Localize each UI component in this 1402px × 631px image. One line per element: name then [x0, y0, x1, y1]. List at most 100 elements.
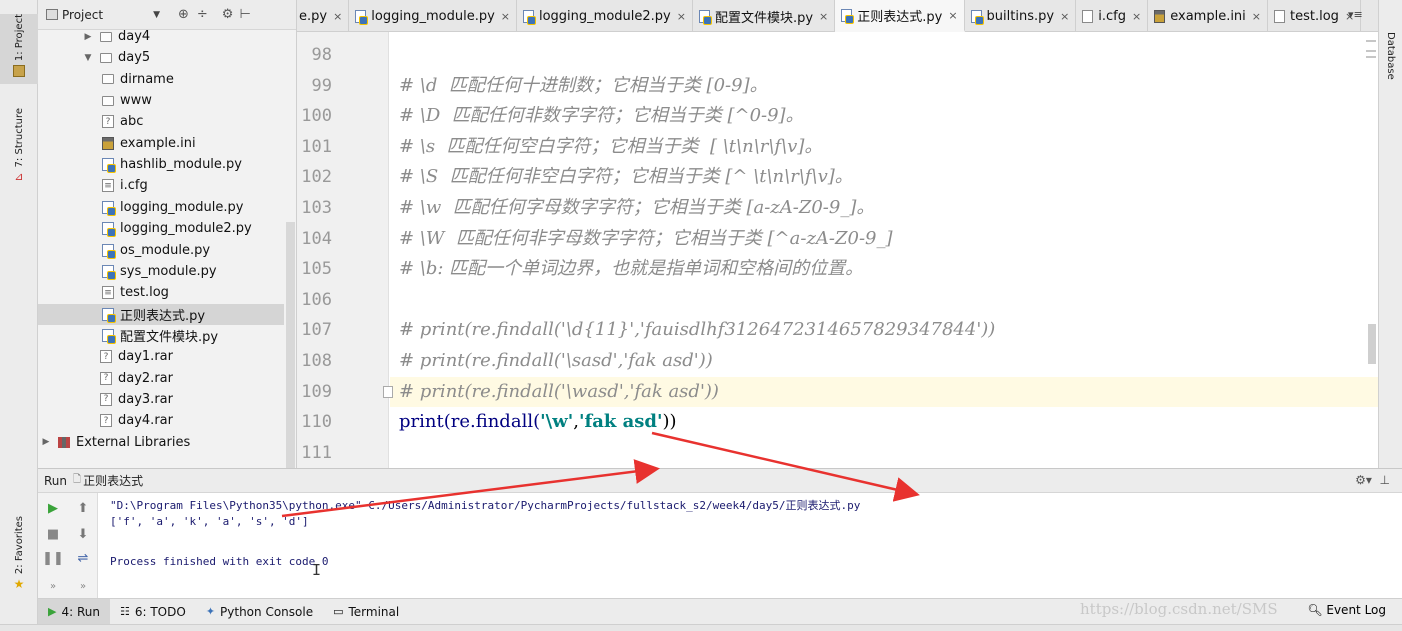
close-tab-icon[interactable]: × — [1132, 10, 1141, 23]
editor-tab[interactable]: logging_module.py × — [349, 0, 517, 32]
todo-tool-button[interactable]: ☷ 6: TODO — [110, 599, 196, 625]
code-line-active-print: print(re.findall('\w','fak asd')) — [399, 407, 677, 437]
line-number: 110 — [301, 412, 332, 433]
editor-tab[interactable]: logging_module2.py × — [517, 0, 693, 32]
editor-tab[interactable]: 正则表达式.py × — [835, 0, 965, 32]
favorites-tool-tab-label: 2: Favorites — [13, 516, 25, 575]
tree-item[interactable]: example.ini — [38, 133, 284, 154]
fold-marker-icon[interactable] — [383, 385, 393, 398]
run-icon: ▶ — [48, 605, 57, 618]
close-tab-icon[interactable]: × — [948, 9, 957, 22]
code-line: # print(re.findall('\sasd','fak asd')) — [399, 350, 713, 371]
error-stripe-mark[interactable] — [1366, 40, 1376, 42]
tree-item-label: logging_module2.py — [120, 221, 252, 237]
stop-icon[interactable]: ■ — [44, 525, 62, 543]
event-log-button[interactable]: 🔍︎ Event Log — [1307, 603, 1386, 617]
scroll-up-icon[interactable]: ⬆ — [74, 499, 92, 517]
tree-item[interactable]: ? day3.rar — [38, 389, 284, 410]
tree-item[interactable]: ? day4.rar — [38, 410, 284, 431]
unknown-file-icon: ? — [100, 392, 112, 406]
text-file-icon — [1082, 9, 1094, 23]
console-output[interactable]: "D:\Program Files\Python35\python.exe" C… — [110, 493, 1402, 598]
tree-item[interactable]: ▶ day4 — [38, 26, 284, 47]
database-tool-tab[interactable]: Database — [1385, 32, 1396, 80]
python-console-button[interactable]: ✦ Python Console — [196, 599, 323, 625]
line-number: 100 — [301, 106, 332, 127]
line-number: 104 — [301, 228, 332, 249]
console-command-line: "D:\Program Files\Python35\python.exe" C… — [110, 499, 861, 512]
editor-tab[interactable]: 配置文件模块.py × — [693, 0, 836, 32]
line-number: 107 — [301, 320, 332, 341]
tree-item[interactable]: ≡ test.log — [38, 282, 284, 303]
tree-item[interactable]: ≡ i.cfg — [38, 175, 284, 196]
tree-item[interactable]: www — [38, 90, 284, 111]
project-tool-tab[interactable]: 1: Project — [0, 14, 38, 84]
close-tab-icon[interactable]: × — [501, 10, 510, 23]
tree-item[interactable]: 正则表达式.py — [38, 303, 284, 325]
tree-item[interactable]: hashlib_module.py — [38, 154, 284, 175]
collapse-all-icon[interactable]: ÷ — [197, 7, 208, 22]
unknown-file-icon: ? — [100, 350, 112, 364]
collapsed-arrow-icon[interactable]: ▶ — [40, 437, 52, 447]
tab-overflow-menu[interactable]: ▾≡ — [1348, 8, 1363, 21]
tree-item[interactable]: ▼ day5 — [38, 47, 284, 68]
tree-item[interactable]: ? abc — [38, 111, 284, 132]
project-panel-title[interactable]: Project — [62, 8, 103, 22]
tree-item-label: day1.rar — [118, 349, 173, 365]
soft-wrap-icon[interactable]: ⇌ — [74, 549, 92, 567]
close-tab-icon[interactable]: × — [333, 10, 342, 23]
tree-item[interactable]: dirname — [38, 69, 284, 90]
editor-tab[interactable]: builtins.py × — [965, 0, 1077, 32]
editor-tab[interactable]: e.py × — [297, 0, 350, 32]
tree-item[interactable]: ? day1.rar — [38, 346, 284, 367]
view-dropdown-icon[interactable]: ▼ — [153, 10, 160, 20]
run-tool-button[interactable]: ▶ 4: Run — [38, 598, 110, 625]
structure-tool-tab[interactable]: 7: Structure ⊿ — [0, 108, 38, 183]
python-file-icon — [102, 200, 116, 216]
tree-item-label: 正则表达式.py — [120, 308, 206, 324]
run-tool-label: 4: Run — [61, 604, 100, 619]
tree-item[interactable]: sys_module.py — [38, 261, 284, 282]
project-tree-scrollbar[interactable] — [286, 222, 295, 468]
editor-tab-label: logging_module.py — [371, 8, 495, 24]
rerun-icon[interactable]: ▶ — [44, 499, 62, 517]
run-panel-settings-icon[interactable]: ⚙▾ ⊥ — [1355, 473, 1390, 487]
close-tab-icon[interactable]: × — [677, 10, 686, 23]
tree-item[interactable]: logging_module2.py — [38, 218, 284, 239]
code-editor[interactable]: 98 99 100 101 102 103 104 105 106 107 108 109 110 111… — [297, 32, 1378, 468]
more-left-icon[interactable]: » — [44, 577, 62, 595]
editor-scrollbar[interactable] — [1368, 324, 1376, 364]
tree-item-label: logging_module.py — [120, 199, 244, 215]
python-file-icon — [970, 9, 984, 25]
editor-tab[interactable]: example.ini × — [1148, 0, 1269, 32]
editor-gutter: 98 99 100 101 102 103 104 105 106 107 108 109 110 111 — [297, 32, 389, 468]
close-tab-icon[interactable]: × — [1060, 10, 1069, 23]
close-tab-icon[interactable]: × — [819, 10, 828, 23]
terminal-button[interactable]: ▭ Terminal — [323, 599, 409, 625]
tree-item[interactable]: 配置文件模块.py — [38, 325, 284, 346]
scroll-from-source-icon[interactable]: ⊕ — [178, 7, 189, 22]
settings-gear-icon[interactable]: ⚙ — [222, 7, 234, 22]
error-stripe-mark[interactable] — [1366, 50, 1376, 52]
expanded-arrow-icon[interactable]: ▼ — [82, 53, 94, 63]
folder-icon — [102, 95, 114, 106]
tree-item[interactable]: os_module.py — [38, 240, 284, 261]
tree-item-label: os_module.py — [120, 242, 211, 258]
close-tab-icon[interactable]: × — [1252, 10, 1261, 23]
python-file-icon — [841, 8, 855, 24]
tree-item-label: day3.rar — [118, 391, 173, 407]
tree-item[interactable]: ? day2.rar — [38, 368, 284, 389]
collapsed-arrow-icon[interactable]: ▶ — [82, 32, 94, 42]
more-right-icon[interactable]: » — [74, 577, 92, 595]
favorites-tool-tab[interactable]: 2: Favorites ★ — [0, 516, 38, 590]
run-config-name[interactable]: 正则表达式 — [83, 472, 143, 489]
error-stripe-mark[interactable] — [1366, 56, 1376, 58]
tree-item[interactable]: logging_module.py — [38, 197, 284, 218]
tree-item[interactable]: ▶ External Libraries — [38, 432, 284, 453]
pause-icon[interactable]: ❚❚ — [42, 549, 64, 567]
editor-tab[interactable]: i.cfg × — [1076, 0, 1149, 32]
scroll-down-icon[interactable]: ⬇ — [74, 525, 92, 543]
ini-file-icon — [1154, 9, 1166, 23]
code-line: # \D 匹配任何非数字字符；它相当于类 [^0-9]。 — [399, 105, 804, 127]
hide-panel-icon[interactable]: ⊢ — [239, 7, 250, 22]
